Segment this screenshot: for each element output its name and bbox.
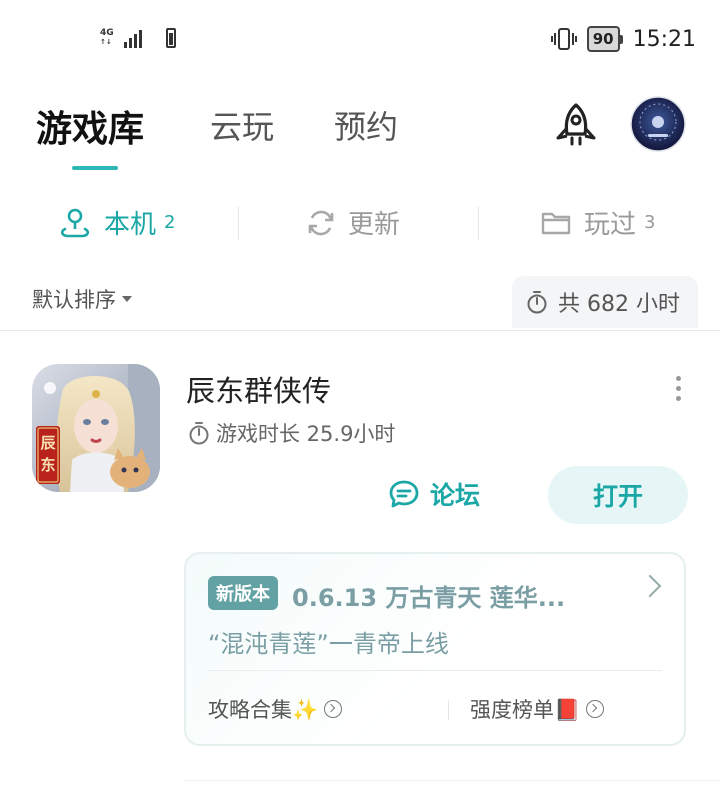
tier-list-link[interactable]: 强度榜单📕 [470,694,605,724]
arrow-circle-icon [586,700,605,718]
divider [448,700,449,720]
subtab-played-count: 3 [644,212,656,233]
subtab-updates-label: 更新 [348,210,401,240]
battery-level: 90 [586,26,620,52]
subtab-played-label: 玩过 [584,210,637,240]
signal-icon [123,28,142,48]
total-playtime: 共 682 小时 [512,276,698,328]
avatar[interactable] [630,96,686,152]
guide-collection-label: 攻略合集✨ [208,698,319,722]
active-tab-indicator [72,166,118,170]
game-title[interactable]: 辰东群侠传 [186,368,331,410]
subtab-local-label: 本机 [104,210,157,240]
chevron-right-icon[interactable] [638,574,662,598]
guide-collection-link[interactable]: 攻略合集✨ [208,694,343,724]
version-headline: 0.6.13 万古青天 莲华... [292,584,566,612]
stopwatch-icon [527,291,547,314]
battery-saver-icon [165,28,176,48]
stopwatch-icon [189,422,209,445]
refresh-icon [308,210,334,235]
game-icon-text: 辰 [40,434,56,452]
rocket-icon[interactable] [552,102,600,148]
game-play-time: 游戏时长 25.9小时 [188,418,395,448]
more-options-icon[interactable] [676,376,681,401]
subtab-played[interactable]: 玩过 3 [540,204,655,241]
version-subtitle: “混沌青莲”一青帝上线 [208,630,449,658]
version-news-card[interactable]: 新版本 0.6.13 万古青天 莲华... “混沌青莲”一青帝上线 攻略合集✨ … [184,552,686,746]
battery-icon: 90 [586,26,623,52]
sort-dropdown[interactable]: 默认排序 [32,284,132,314]
tab-reservations[interactable]: 预约 [334,102,398,148]
person-pin-icon [60,208,90,237]
divider [238,206,239,240]
divider [478,206,479,240]
arrow-circle-icon [324,700,343,718]
subtab-local[interactable]: 本机 2 [58,204,175,241]
tab-game-library[interactable]: 游戏库 [36,100,144,152]
game-icon[interactable]: 辰 东 [32,364,160,492]
tier-list-label: 强度榜单📕 [470,698,581,722]
new-version-badge: 新版本 [208,576,278,610]
status-bar-left: 4G ↑↓ [100,28,176,48]
clock: 15:21 [632,26,696,52]
svg-text:东: 东 [40,456,55,474]
subtab-local-count: 2 [164,212,176,233]
forum-label: 论坛 [430,481,481,510]
subtab-updates[interactable]: 更新 [306,204,400,241]
sort-label: 默认排序 [32,288,116,312]
tab-cloud-play[interactable]: 云玩 [210,102,274,148]
total-playtime-label: 共 682 小时 [558,292,680,317]
divider [184,780,720,781]
open-game-button[interactable]: 打开 [548,466,688,524]
network-indicator: 4G ↑↓ [100,28,114,47]
dropdown-caret-icon [122,296,132,302]
folder-icon [541,212,571,234]
forum-button[interactable]: 论坛 [388,476,480,512]
divider [208,670,662,671]
vibrate-icon [550,28,577,50]
play-time-label: 游戏时长 25.9小时 [216,422,396,446]
chat-bubble-icon [389,480,419,508]
status-bar-right: 90 15:21 [550,26,696,52]
divider [0,330,720,331]
